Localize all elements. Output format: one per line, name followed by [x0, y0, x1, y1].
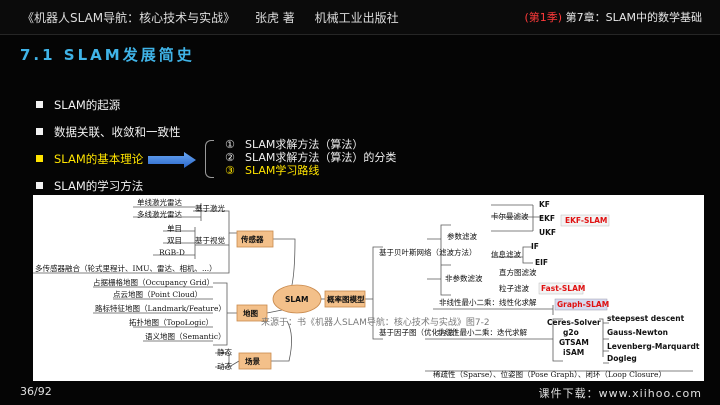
bullet-item[interactable]: SLAM的起源 [36, 97, 181, 124]
sparse-label: 稀疏性（Sparse）、位姿图（Pose Graph）、闭环（Loop Clos… [433, 369, 666, 379]
map-item-label: 路标特征地图（Landmark/Feature） [95, 303, 226, 313]
bullet-label: 数据关联、收敛和一致性 [54, 125, 181, 139]
histogram-label: 直方图滤波 [499, 267, 537, 277]
book-title: 《机器人SLAM导航：核心技术与实战》 [22, 11, 236, 25]
sensor-node-label: 传感器 [240, 234, 264, 244]
publisher: 机械工业出版社 [314, 11, 399, 25]
book-info: 《机器人SLAM导航：核心技术与实战》 张虎 著 机械工业出版社 [22, 9, 415, 26]
ukf-label: UKF [539, 228, 556, 237]
multi-laser-label: 多线激光雷达 [137, 209, 182, 219]
sub-number: ① [225, 138, 235, 151]
bullet-square-icon [36, 101, 43, 108]
stereo-label: 双目 [167, 236, 182, 245]
rgbd-label: RGB-D [159, 248, 185, 257]
kf-label: KF [539, 200, 550, 209]
center-node-label: SLAM [285, 295, 308, 304]
sub-item-highlighted[interactable]: ③ SLAM学习路线 [225, 164, 396, 177]
bullet-square-icon [36, 182, 43, 189]
page-number: 36/92 [20, 385, 52, 398]
laser-group-label: 基于激光 [195, 203, 225, 213]
ekf-label: EKF [539, 214, 555, 223]
static-label: 静态 [217, 347, 232, 357]
dynamic-label: 动态 [217, 361, 232, 371]
bayes-label: 基于贝叶斯网络（滤波方法） [379, 247, 477, 257]
ekf-slam-label: EKF-SLAM [565, 216, 607, 225]
if-label: IF [531, 242, 539, 251]
eif-label: EIF [535, 258, 548, 267]
bullet-item[interactable]: 数据关联、收敛和一致性 [36, 124, 181, 151]
sub-item[interactable]: ① SLAM求解方法（算法） [225, 138, 396, 151]
method-label: Dogleg [607, 354, 637, 363]
download-link[interactable]: 课件下载：www.xiihoo.com [539, 385, 702, 401]
page-title: 7.1 SLAM发展简史 [20, 46, 195, 64]
bullet-square-icon [36, 155, 43, 162]
sub-text: SLAM学习路线 [245, 164, 320, 177]
nonlinear-iter-label: 非线性最小二乘：迭代求解 [437, 327, 527, 337]
param-filter-label: 参数滤波 [447, 231, 477, 241]
sub-item[interactable]: ② SLAM求解方法（算法）的分类 [225, 151, 396, 164]
mono-label: 单目 [167, 223, 182, 233]
single-laser-label: 单线激光雷达 [137, 197, 182, 207]
header-bar: 《机器人SLAM导航：核心技术与实战》 张虎 著 机械工业出版社 (第1季) 第… [0, 0, 720, 35]
chapter-info: (第1季) 第7章：SLAM中的数学基础 [525, 9, 702, 25]
slam-mindmap: 单线激光雷达 多线激光雷达 基于激光 单目 双目 RGB-D 基于视觉 多传感器… [33, 195, 704, 381]
prob-model-label: 概率图模型 [327, 294, 365, 304]
map-item-label: 语义地图（Semantic） [145, 331, 226, 341]
nonparam-label: 非参数滤波 [445, 273, 483, 283]
map-item-label: 拓扑地图（TopoLogic） [129, 317, 213, 327]
method-label: Levenberg-Marquardt [607, 342, 700, 351]
vision-group-label: 基于视觉 [195, 235, 225, 245]
map-item-label: 点云地图（Point Cloud） [113, 289, 202, 299]
bullet-square-icon [36, 128, 43, 135]
chapter-label: 第7章：SLAM中的数学基础 [565, 11, 702, 24]
sub-text: SLAM求解方法（算法）的分类 [245, 151, 397, 164]
solver-label: g2o [563, 328, 579, 337]
season-label: (第1季) [524, 11, 563, 24]
sub-number: ② [225, 151, 235, 164]
bullet-label: SLAM的起源 [54, 98, 121, 112]
sub-list: ① SLAM求解方法（算法） ② SLAM求解方法（算法）的分类 ③ SLAM学习路线 [225, 138, 396, 177]
sub-text: SLAM求解方法（算法） [245, 138, 364, 151]
kalman-label: 卡尔曼滤波 [491, 211, 529, 221]
particle-label: 粒子滤波 [499, 283, 529, 293]
bullet-label: SLAM的学习方法 [54, 179, 144, 193]
map-node-label: 地图 [243, 308, 258, 318]
sub-number: ③ [225, 164, 235, 177]
author: 张虎 著 [254, 11, 295, 25]
scene-node-label: 场景 [245, 356, 260, 366]
solver-label: iSAM [563, 348, 584, 357]
graph-slam-label: Graph-SLAM [557, 300, 609, 309]
bullet-label: SLAM的基本理论 [54, 152, 144, 166]
info-filter-label: 信息滤波 [491, 249, 521, 259]
source-watermark: 来源于：书《机器人SLAM导航：核心技术与实战》图7-2 [261, 316, 490, 328]
map-item-label: 占据栅格地图（Occupancy Grid） [93, 277, 214, 287]
bullet-list: SLAM的起源 数据关联、收敛和一致性 SLAM的基本理论 SLAM的学习方法 [36, 97, 181, 205]
fastslam-label: Fast-SLAM [541, 284, 585, 293]
nonlinear-linear-label: 非线性最小二乘：线性化求解 [439, 297, 537, 307]
brace-divider [205, 140, 214, 178]
method-label: Gauss-Newton [607, 328, 668, 337]
solver-label: GTSAM [559, 338, 589, 347]
method-label: steepsest descent [607, 314, 685, 323]
solver-label: Ceres-Solver [547, 318, 601, 327]
right-arrow-icon [148, 152, 196, 168]
fusion-label: 多传感器融合（轮式里程计、IMU、雷达、相机、...） [35, 263, 217, 273]
